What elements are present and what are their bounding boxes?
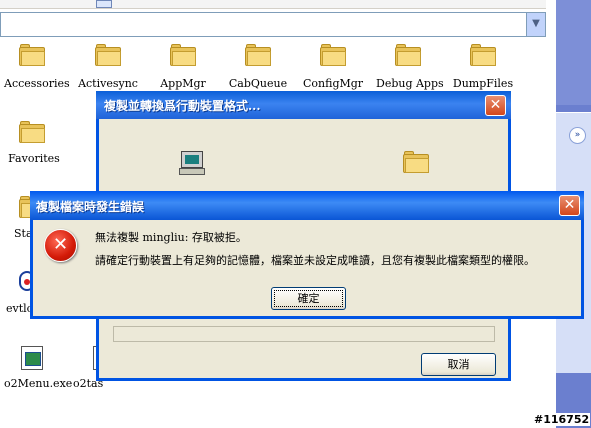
view-icon[interactable] [96,0,112,8]
address-bar[interactable]: ▼ [0,12,546,37]
folder-icon[interactable] [320,44,346,66]
collapse-chevron-icon[interactable]: » [569,127,586,144]
copy-progress-bar [113,326,495,342]
device-folder-icon [403,151,429,173]
close-icon[interactable]: ✕ [559,195,580,216]
copy-error-dialog: 複製檔案時發生錯誤 ✕ ✕ 無法複製 mingliu: 存取被拒。 請確定行動裝… [30,191,584,319]
explorer-toolbar-strip [0,0,546,9]
folder-icon[interactable] [19,44,45,66]
folder-icon[interactable] [19,121,45,143]
error-message-line2: 請確定行動裝置上有足夠的記憶體，檔案並未設定成唯讀，且您有複製此檔案類型的權限。 [95,254,535,267]
error-dialog-titlebar[interactable]: 複製檔案時發生錯誤 [30,191,584,220]
exe-file-icon[interactable] [21,346,43,370]
folder-icon[interactable] [95,44,121,66]
close-icon[interactable]: ✕ [485,95,506,116]
folder-label-favorites[interactable]: Favorites [4,152,64,165]
folder-label-dumpfiles[interactable]: DumpFiles [452,77,514,90]
folder-label-activesync[interactable]: Activesync [78,77,138,90]
folder-label-accessories[interactable]: Accessories [4,77,70,90]
folder-label-cabqueue[interactable]: CabQueue [228,77,288,90]
error-message-line1: 無法複製 mingliu: 存取被拒。 [95,231,247,244]
file-label-o2menu[interactable]: o2Menu.exe [4,377,72,390]
error-dialog-title: 複製檔案時發生錯誤 [36,200,145,214]
folder-label-configmgr[interactable]: ConfigMgr [303,77,363,90]
watermark-id: #116752 [533,413,591,426]
cancel-button[interactable]: 取消 [421,353,496,376]
folder-icon[interactable] [170,44,196,66]
folder-label-debug-apps[interactable]: Debug Apps [376,77,444,90]
computer-icon [179,151,205,175]
folder-icon[interactable] [395,44,421,66]
chevron-down-icon[interactable]: ▼ [526,13,545,36]
folder-icon[interactable] [245,44,271,66]
copy-dialog-titlebar[interactable]: 複製並轉換爲行動裝置格式... [96,91,511,119]
ok-button[interactable]: 確定 [271,287,346,310]
error-icon: ✕ [44,229,77,262]
copy-dialog-title: 複製並轉換爲行動裝置格式... [104,99,261,113]
folder-icon[interactable] [470,44,496,66]
task-pane-header [556,0,591,105]
folder-label-appmgr[interactable]: AppMgr [153,77,213,90]
